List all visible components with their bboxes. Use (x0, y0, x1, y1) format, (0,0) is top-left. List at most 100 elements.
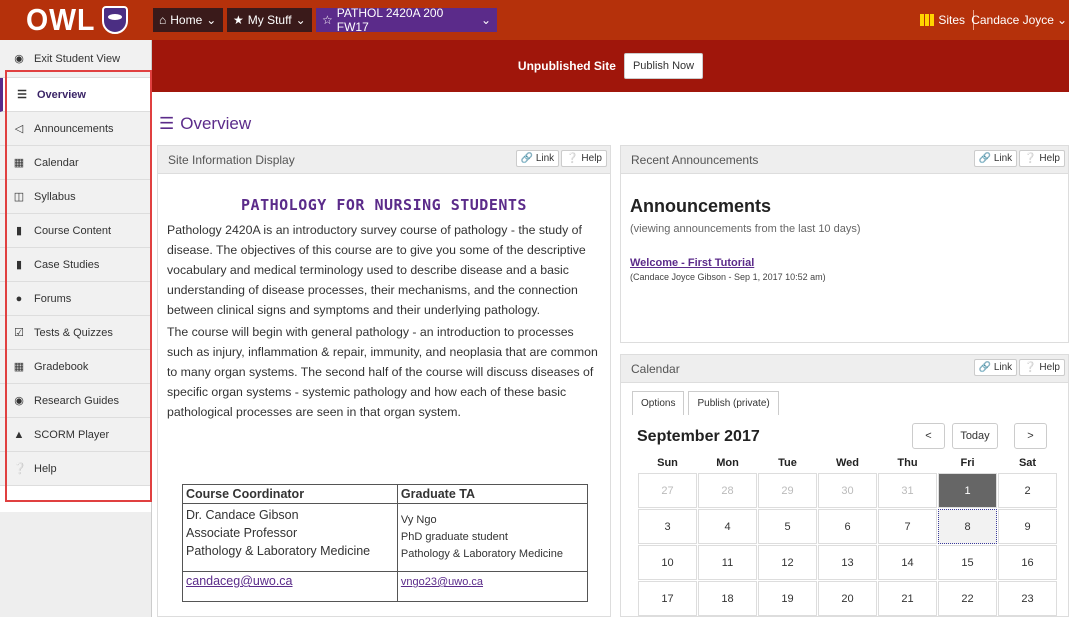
sidebar-item-scorm-player[interactable]: ▲ SCORM Player (0, 418, 151, 452)
calendar-day-cell[interactable]: 27 (638, 473, 697, 508)
calendar-day-cell[interactable]: 28 (698, 473, 757, 508)
help-button[interactable]: ❔ Help (561, 150, 607, 167)
calendar-day-cell[interactable]: 7 (878, 509, 937, 544)
chevron-down-icon: ⌄ (295, 13, 306, 27)
calendar-day-cell[interactable]: 13 (818, 545, 877, 580)
owl-logo[interactable]: OWL (0, 0, 151, 40)
sidebar-item-announcements[interactable]: ◁ Announcements (0, 112, 151, 146)
ta-header: Graduate TA (396, 484, 589, 504)
sites-label: Sites (938, 13, 965, 27)
coordinator-info: Dr. Candace Gibson Associate Professor P… (182, 503, 398, 572)
publish-now-button[interactable]: Publish Now (623, 53, 704, 79)
sidebar-item-calendar[interactable]: ▦ Calendar (0, 146, 151, 180)
sidebar-item-tests-quizzes[interactable]: ☑ Tests & Quizzes (0, 316, 151, 350)
calendar-day-cell[interactable]: 1 (938, 473, 997, 508)
calendar-day-cell[interactable]: 12 (758, 545, 817, 580)
coordinator-email-link[interactable]: candaceg@uwo.ca (186, 574, 293, 588)
sidebar-item-exit-student-view[interactable]: ◉ Exit Student View (0, 40, 151, 78)
table-icon: ▦ (13, 361, 25, 373)
calendar-day-cell[interactable]: 30 (818, 473, 877, 508)
user-menu[interactable]: Candace Joyce ⌄ (971, 8, 1067, 32)
calendar-day-cell[interactable]: 15 (938, 545, 997, 580)
calendar-day-cell[interactable]: 5 (758, 509, 817, 544)
link-button[interactable]: 🔗 Link (973, 359, 1018, 376)
calendar-day-cell[interactable]: 11 (698, 545, 757, 580)
tab-options[interactable]: Options (632, 391, 685, 415)
calendar-day-cell[interactable]: 23 (998, 581, 1057, 616)
calendar-day-cell[interactable]: 9 (998, 509, 1057, 544)
sidebar-item-overview[interactable]: ☰ Overview (0, 78, 151, 112)
coordinator-header: Course Coordinator (182, 484, 398, 504)
tab-publish-private[interactable]: Publish (private) (688, 391, 779, 415)
sidebar-item-label: Exit Student View (34, 52, 121, 65)
calendar-day-cell[interactable]: 19 (758, 581, 817, 616)
calendar-day-cell[interactable]: 6 (818, 509, 877, 544)
calendar-day-cell[interactable]: 31 (878, 473, 937, 508)
sidebar-item-forums[interactable]: ● Forums (0, 282, 151, 316)
calendar-day-cell[interactable]: 29 (758, 473, 817, 508)
comments-icon: ● (15, 292, 23, 305)
calendar-day-cell[interactable]: 21 (878, 581, 937, 616)
calendar-day-cell[interactable]: 14 (878, 545, 937, 580)
sidebar-item-label: Syllabus (34, 190, 76, 203)
link-button[interactable]: 🔗 Link (973, 150, 1018, 167)
sidebar-item-label: Case Studies (34, 258, 100, 271)
help-button[interactable]: ❔ Help (1019, 150, 1065, 167)
help-label: Help (1039, 153, 1060, 164)
grid-icon (920, 14, 935, 26)
sidebar-item-help[interactable]: ❔ Help (0, 452, 151, 486)
day-of-week-header: Fri (960, 457, 975, 469)
map-icon: ◫ (13, 191, 25, 203)
calendar-day-cell[interactable]: 20 (818, 581, 877, 616)
page-title: ☰ Overview (159, 114, 251, 134)
sidebar-item-label: Overview (37, 88, 86, 101)
calendar-day-cell[interactable]: 22 (938, 581, 997, 616)
sidebar-item-research-guides[interactable]: ◉ Research Guides (0, 384, 151, 418)
calendar-day-cell[interactable]: 10 (638, 545, 697, 580)
sidebar-item-label: Calendar (34, 156, 79, 169)
coordinator-email-cell: candaceg@uwo.ca (182, 571, 398, 602)
owl-shield-icon (102, 6, 129, 34)
calendar-day-cell[interactable]: 3 (638, 509, 697, 544)
home-menu[interactable]: ⌂ Home ⌄ (153, 8, 223, 32)
sidebar-item-case-studies[interactable]: ▮ Case Studies (0, 248, 151, 282)
calendar-day-cell[interactable]: 16 (998, 545, 1057, 580)
calendar-day-cell[interactable]: 8 (938, 509, 997, 544)
sidebar-item-course-content[interactable]: ▮ Course Content (0, 214, 151, 248)
site-info-panel: Site Information Display 🔗 Link ❔ Help P… (157, 145, 611, 617)
help-label: Help (1039, 362, 1060, 373)
help-label: Help (581, 153, 602, 164)
ta-email-link[interactable]: vngo23@uwo.ca (401, 576, 483, 588)
sites-button[interactable]: Sites (920, 8, 965, 32)
tool-sidebar: ◉ Exit Student View ☰ Overview ◁ Announc… (0, 40, 152, 617)
current-site-menu[interactable]: ☆ PATHOL 2420A 200 FW17 ⌄ (316, 6, 497, 34)
announcement-link[interactable]: Welcome - First Tutorial (630, 257, 1068, 269)
day-of-week-header: Tue (778, 457, 797, 469)
my-stuff-menu[interactable]: ★ My Stuff ⌄ (227, 8, 312, 32)
link-button[interactable]: 🔗 Link (515, 150, 560, 167)
calendar-day-cell[interactable]: 18 (698, 581, 757, 616)
help-button[interactable]: ❔ Help (1019, 359, 1065, 376)
chevron-down-icon: ⌄ (1056, 13, 1067, 27)
current-site-label: PATHOL 2420A 200 FW17 (336, 6, 444, 34)
sidebar-item-syllabus[interactable]: ◫ Syllabus (0, 180, 151, 214)
panel-title: Calendar (631, 361, 680, 376)
course-description-2: The course will begin with general patho… (167, 325, 598, 419)
calendar-day-cell[interactable]: 17 (638, 581, 697, 616)
sidebar-item-gradebook[interactable]: ▦ Gradebook (0, 350, 151, 384)
calendar-day-cell[interactable]: 4 (698, 509, 757, 544)
panel-title: Site Information Display (168, 152, 295, 167)
day-of-week-header: Sun (657, 457, 678, 469)
contacts-table: Course Coordinator Graduate TA Dr. Canda… (182, 484, 589, 602)
panel-title: Recent Announcements (631, 152, 759, 167)
prev-month-button[interactable]: < (912, 423, 945, 449)
today-button[interactable]: Today (952, 423, 998, 449)
megaphone-icon: ◁ (14, 123, 24, 135)
unpublished-label: Unpublished Site (517, 59, 616, 73)
next-month-button[interactable]: > (1014, 423, 1047, 449)
list-icon: ☰ (17, 89, 27, 101)
logo-text: OWL (25, 2, 96, 37)
calendar-day-cell[interactable]: 2 (998, 473, 1057, 508)
sidebar-item-label: Announcements (34, 122, 114, 135)
unpublished-banner: Unpublished Site Publish Now (152, 40, 1069, 92)
